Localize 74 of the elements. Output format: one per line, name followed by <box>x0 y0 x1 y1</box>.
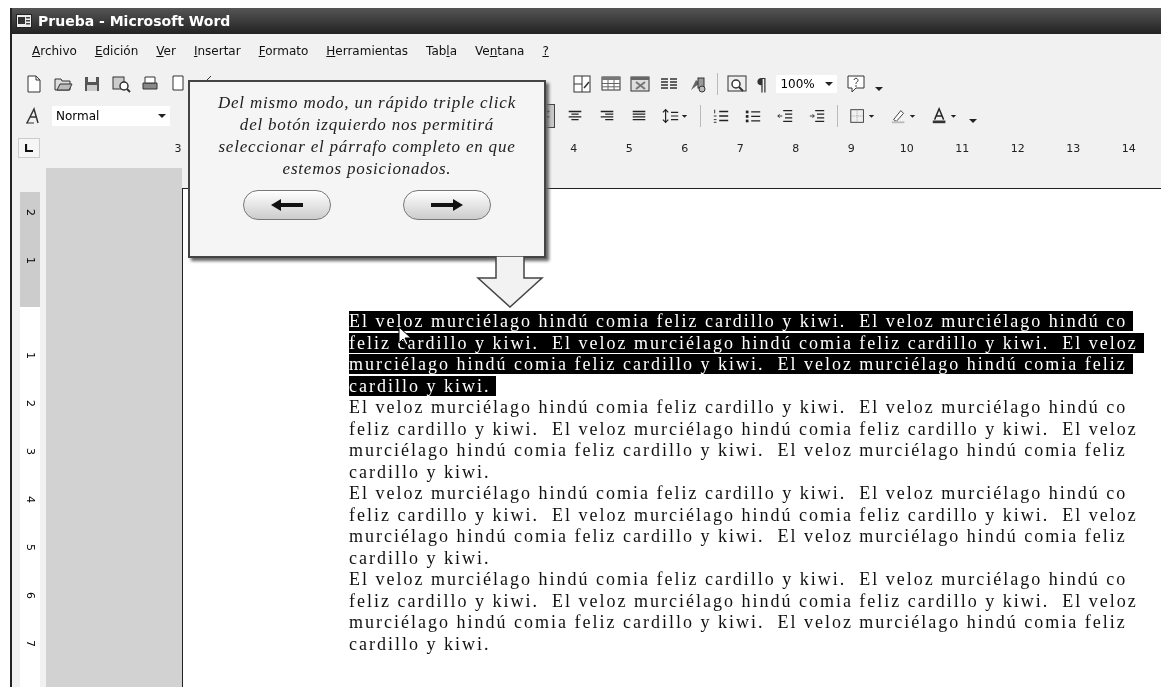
menu-item[interactable]: Archivo <box>32 44 77 58</box>
ruler-number: 12 <box>1009 141 1026 155</box>
ruler-number: 1 <box>23 257 37 264</box>
text-line: El veloz murciélago hindú comia feliz cardillo y kiwi. El veloz murciélago hindú co <box>349 483 1128 503</box>
menu-item[interactable]: Insertar <box>193 44 241 58</box>
insert-frame-icon[interactable] <box>572 74 592 94</box>
dropdown-arrow-icon <box>158 114 166 118</box>
window-title: Prueba - Microsoft Word <box>38 13 231 29</box>
toolbar-options-icon[interactable] <box>874 87 883 91</box>
ruler-number: 11 <box>954 141 971 155</box>
numbered-list-icon <box>712 107 730 125</box>
callout-text: Del mismo modo, un rápido triple click del botón izquierdo nos permitirá seleccionar el párrafo completo en que estemos posicionados. <box>216 92 518 180</box>
right-arrow-icon <box>430 198 464 212</box>
word-document-icon <box>16 14 32 28</box>
text-line: cardillo y kiwi. <box>349 547 491 568</box>
borders-icon <box>849 107 876 125</box>
left-tab-icon <box>25 144 33 152</box>
tab-selector[interactable] <box>18 138 40 158</box>
menu-item[interactable]: Ventana <box>475 44 525 58</box>
ruler-number: 6 <box>680 141 690 155</box>
text-line: cardillo y kiwi. <box>349 461 491 482</box>
back-button[interactable] <box>243 190 331 220</box>
zoom-dropdown[interactable]: 100% <box>776 75 837 93</box>
text-line: feliz cardillo y kiwi. El veloz murciélago hindú comia feliz cardillo y kiwi. El veloz <box>349 418 1138 439</box>
new-document-icon[interactable] <box>24 74 44 94</box>
help-icon[interactable] <box>845 74 866 94</box>
document-magnifier-icon[interactable] <box>111 74 131 94</box>
table-icon[interactable] <box>601 74 621 94</box>
ruler-number: 14 <box>1120 141 1137 155</box>
ruler-number: 5 <box>624 141 634 155</box>
ruler-number: 9 <box>846 141 856 155</box>
left-arrow-icon <box>270 198 304 212</box>
shapes-icon[interactable] <box>688 74 708 94</box>
ruler-number: 5 <box>23 544 37 551</box>
text-line: El veloz murciélago hindú comia feliz cardillo y kiwi. El veloz murciélago hindú co <box>349 569 1128 589</box>
font-color-icon <box>931 107 958 125</box>
ruler-number: 3 <box>174 141 182 155</box>
text-line: feliz cardillo y kiwi. El veloz murciélago hindú comia feliz cardillo y kiwi. El veloz <box>349 590 1138 611</box>
ruler-number: 2 <box>23 209 37 216</box>
menu-item[interactable]: Edición <box>94 44 139 58</box>
menu-item[interactable]: Tabla <box>426 44 458 58</box>
ruler-number: 4 <box>569 141 579 155</box>
ruler-number: 8 <box>791 141 801 155</box>
spreadsheet-icon[interactable] <box>630 74 650 94</box>
text-line: cardillo y kiwi. <box>349 633 491 654</box>
save-icon[interactable] <box>82 74 102 94</box>
document-map-icon[interactable] <box>727 74 747 94</box>
increase-indent-icon <box>808 107 826 125</box>
highlighter-icon <box>890 107 917 125</box>
menu-item[interactable]: Ver <box>156 44 176 58</box>
text-line: murciélago hindú comia feliz cardillo y kiwi. El veloz murciélago hindú comia feliz <box>349 440 1127 460</box>
show-formatting-button[interactable]: ¶ <box>756 73 768 95</box>
decrease-indent-icon <box>776 107 794 125</box>
ruler-number: 7 <box>735 141 745 155</box>
toolbar-options-icon[interactable] <box>969 119 977 123</box>
text-line: El veloz murciélago hindú comia feliz cardillo y kiwi. El veloz murciélago hindú co <box>349 397 1128 417</box>
ruler-number: 1 <box>23 352 37 359</box>
next-button[interactable] <box>403 190 491 220</box>
ruler-number: 13 <box>1065 141 1082 155</box>
text-line: murciélago hindú comia feliz cardillo y kiwi. El veloz murciélago hindú comia feliz <box>349 526 1127 546</box>
ruler-number: 10 <box>898 141 915 155</box>
dropdown-arrow-icon <box>824 82 833 86</box>
line-spacing-icon <box>662 107 689 125</box>
menu-item[interactable]: Formato <box>258 44 309 58</box>
ruler-number: 2 <box>23 400 37 407</box>
style-dropdown[interactable]: Normal <box>52 106 170 126</box>
ruler-number: 4 <box>23 496 37 503</box>
text-line: feliz cardillo y kiwi. El veloz murciélago hindú comia feliz cardillo y kiwi. El veloz <box>349 504 1138 525</box>
menu-item[interactable]: Herramientas <box>326 44 409 58</box>
ruler-number: 6 <box>23 592 37 599</box>
ruler-number: 3 <box>23 448 37 455</box>
menu-item[interactable]: ? <box>542 44 549 58</box>
text-line: murciélago hindú comia feliz cardillo y kiwi. El veloz murciélago hindú comia feliz <box>349 612 1127 632</box>
ruler-number: 7 <box>23 640 37 647</box>
